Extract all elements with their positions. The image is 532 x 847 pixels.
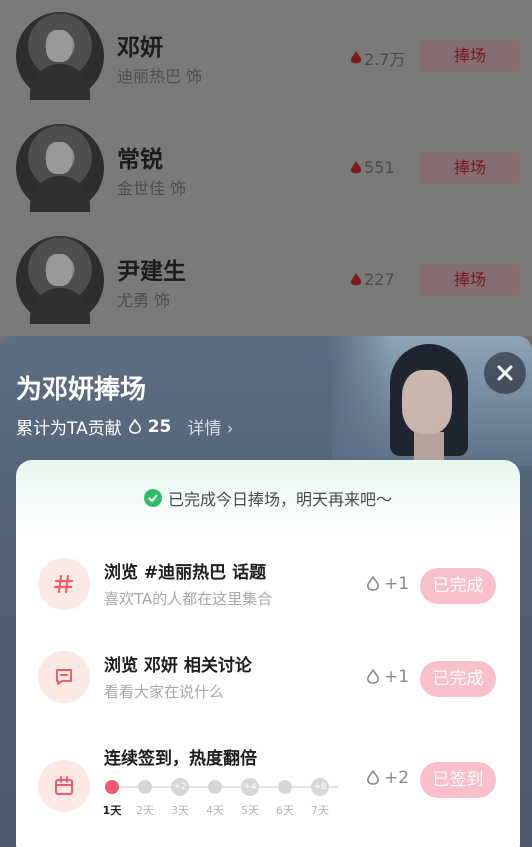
heat-count: 227 xyxy=(350,270,395,289)
flame-icon xyxy=(350,272,362,285)
task-row: 浏览 邓妍 相关讨论 看看大家在说什么 +1 已完成 xyxy=(16,641,520,713)
role-name: 邓妍 xyxy=(117,35,163,61)
task-status-button[interactable]: 已签到 xyxy=(420,762,496,798)
day-dot xyxy=(208,780,222,794)
day-label: 4天 xyxy=(206,804,224,817)
bonus-dot: +4 xyxy=(241,778,259,796)
heat-value: 551 xyxy=(364,158,395,177)
day-label: 2天 xyxy=(136,804,154,817)
reward-value: +1 xyxy=(384,574,410,594)
task-row: 连续签到，热度翻倍 +2 +4 +8 1天 2天 3天 4天 5天 6天 7天 xyxy=(16,734,520,834)
checkin-progress: +2 +4 +8 1天 2天 3天 4天 5天 6天 7天 xyxy=(102,778,344,817)
task-reward: +2 xyxy=(366,768,409,788)
cheer-button[interactable]: 捧场 xyxy=(420,152,520,184)
chat-icon xyxy=(38,651,90,703)
close-icon xyxy=(497,365,513,381)
actor-role: 迪丽热巴 饰 xyxy=(117,67,203,86)
contribution-label: 累计为TA贡献 xyxy=(16,419,122,439)
role-list: 邓妍 迪丽热巴 饰 2.7万 捧场 常锐 金世佳 饰 551 捧场 尹建生 尤勇… xyxy=(0,0,532,336)
task-row: 浏览 #迪丽热巴 话题 喜欢TA的人都在这里集合 +1 已完成 xyxy=(16,548,520,620)
calendar-icon xyxy=(38,760,90,812)
day-label: 5天 xyxy=(241,804,259,817)
flame-outline-icon xyxy=(367,576,379,591)
flame-icon xyxy=(350,51,362,64)
bonus-dot: +2 xyxy=(171,778,189,796)
list-item[interactable]: 尹建生 尤勇 饰 227 捧场 xyxy=(0,224,532,324)
avatar xyxy=(16,124,104,212)
role-name: 尹建生 xyxy=(117,259,186,285)
reward-value: +2 xyxy=(384,768,410,788)
actor-role: 尤勇 饰 xyxy=(117,291,171,310)
flame-outline-icon xyxy=(367,770,379,785)
actor-role: 金世佳 饰 xyxy=(117,179,187,198)
task-reward: +1 xyxy=(366,667,409,687)
bonus-dot: +8 xyxy=(311,778,329,796)
cheer-sheet: 为邓妍捧场 累计为TA贡献 25 详情 › 已完成今日捧场，明天再来吧～ 浏览 … xyxy=(0,336,532,847)
day-label: 1天 xyxy=(102,804,122,817)
close-button[interactable] xyxy=(484,352,526,394)
hash-icon xyxy=(38,558,90,610)
flame-outline-icon xyxy=(367,669,379,684)
day-dot xyxy=(138,780,152,794)
task-title: 浏览 #迪丽热巴 话题 xyxy=(104,563,267,583)
task-subtitle: 喜欢TA的人都在这里集合 xyxy=(104,590,273,608)
check-icon xyxy=(143,489,162,507)
notice-text: 已完成今日捧场，明天再来吧～ xyxy=(167,490,392,509)
avatar xyxy=(16,236,104,324)
task-title: 浏览 邓妍 相关讨论 xyxy=(104,656,252,676)
list-item[interactable]: 邓妍 迪丽热巴 饰 2.7万 捧场 xyxy=(0,0,532,100)
day-label: 6天 xyxy=(276,804,294,817)
task-title: 连续签到，热度翻倍 xyxy=(104,749,257,769)
day-dot xyxy=(105,780,119,794)
task-status-button[interactable]: 已完成 xyxy=(420,568,496,604)
contribution-summary: 累计为TA贡献 25 详情 › xyxy=(16,414,234,440)
flame-icon xyxy=(350,160,362,173)
cheer-button[interactable]: 捧场 xyxy=(420,40,520,72)
cheer-button[interactable]: 捧场 xyxy=(420,264,520,296)
heat-count: 551 xyxy=(350,158,395,177)
day-label: 7天 xyxy=(311,804,329,817)
reward-value: +1 xyxy=(384,667,410,687)
heat-value: 2.7万 xyxy=(364,50,406,69)
heat-count: 2.7万 xyxy=(350,46,405,70)
task-status-button[interactable]: 已完成 xyxy=(420,661,496,697)
heat-value: 227 xyxy=(364,270,395,289)
completion-notice: 已完成今日捧场，明天再来吧～ xyxy=(16,486,520,510)
task-subtitle: 看看大家在说什么 xyxy=(104,683,225,701)
day-label: 3天 xyxy=(171,804,189,817)
contribution-value: 25 xyxy=(147,416,172,437)
day-dot xyxy=(278,780,292,794)
task-reward: +1 xyxy=(366,574,409,594)
role-name: 常锐 xyxy=(117,147,163,173)
avatar xyxy=(16,12,104,100)
detail-link[interactable]: 详情 › xyxy=(187,414,233,439)
task-card: 已完成今日捧场，明天再来吧～ 浏览 #迪丽热巴 话题 喜欢TA的人都在这里集合 … xyxy=(16,460,520,847)
sheet-title: 为邓妍捧场 xyxy=(16,375,147,405)
list-item[interactable]: 常锐 金世佳 饰 551 捧场 xyxy=(0,112,532,212)
flame-outline-icon xyxy=(128,418,141,434)
